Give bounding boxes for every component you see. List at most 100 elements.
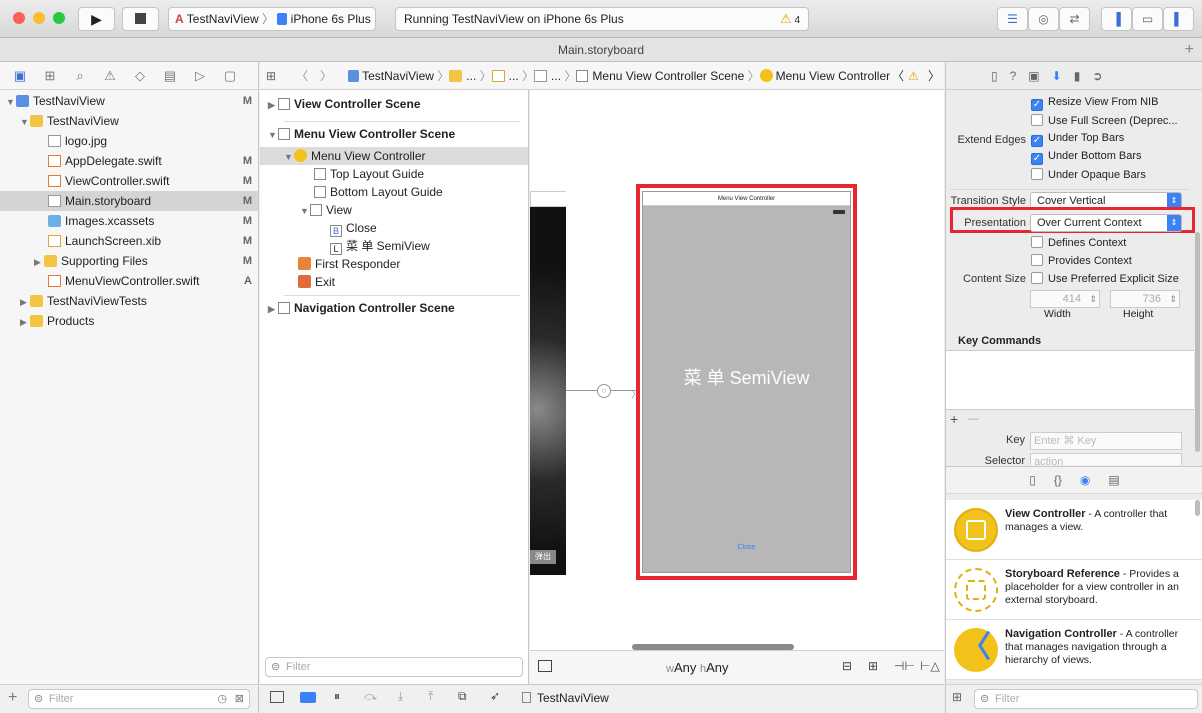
location-icon[interactable]: ➶ bbox=[490, 689, 500, 703]
size-inspector-icon[interactable]: ▮ bbox=[1074, 69, 1081, 83]
disclosure-down-icon[interactable]: ▼ bbox=[20, 112, 30, 132]
scheme-selector[interactable]: A TestNaviView 〉 iPhone 6s Plus bbox=[168, 7, 376, 31]
list-item[interactable]: ViewController.swift M bbox=[0, 171, 258, 191]
debug-target[interactable]: TestNaviView bbox=[522, 691, 609, 705]
step-over-icon[interactable]: ⤼ bbox=[364, 689, 377, 704]
outline-filter-input[interactable]: ⊜ Filter bbox=[265, 657, 523, 677]
presentation-select[interactable]: Over Current Context ⇕ bbox=[1030, 214, 1182, 232]
breadcrumb-doc[interactable]: ... bbox=[551, 69, 561, 83]
outline-label[interactable]: L菜 单 SemiView bbox=[330, 237, 430, 255]
segue-icon[interactable]: ○ bbox=[597, 384, 611, 398]
toggle-navigator-button[interactable]: ▐ bbox=[1101, 7, 1132, 31]
list-item[interactable]: ▶ TestNaviViewTests bbox=[0, 291, 258, 311]
defines-context-checkbox[interactable]: Defines Context bbox=[1031, 236, 1126, 249]
folder-icon[interactable]: ▣ bbox=[10, 68, 30, 84]
stepper-icon[interactable]: ⇕ bbox=[1169, 291, 1177, 307]
preferred-size-checkbox[interactable]: Use Preferred Explicit Size bbox=[1031, 272, 1179, 285]
list-item[interactable]: LaunchScreen.xib M bbox=[0, 231, 258, 251]
align-icon[interactable]: ⊞ bbox=[868, 659, 878, 673]
view-debugger-icon[interactable]: ⧉ bbox=[458, 689, 467, 704]
step-out-icon[interactable]: ⤒ bbox=[428, 689, 433, 704]
resize-nib-checkbox[interactable]: ✓ Resize View From NIB bbox=[1031, 96, 1158, 111]
library-item[interactable]: 〈 Navigation Controller - A controller t… bbox=[946, 620, 1202, 680]
storyboard-canvas[interactable]: 弹出 ○ 〉 Menu View Controller 菜 单 SemiView… bbox=[530, 90, 944, 650]
outline-scene-view-controller[interactable]: ▶ View Controller Scene bbox=[268, 95, 421, 113]
disclosure-down-icon[interactable]: ▼ bbox=[284, 148, 294, 166]
version-editor-button[interactable]: ⇄ bbox=[1059, 7, 1090, 31]
forward-arrow-icon[interactable]: 〉 bbox=[320, 62, 332, 90]
provides-context-checkbox[interactable]: Provides Context bbox=[1031, 254, 1132, 267]
pause-icon[interactable]: ⏸ bbox=[334, 689, 340, 704]
scm-filter-icon[interactable]: ⊠ bbox=[235, 690, 244, 708]
hierarchy-icon[interactable]: ⊞ bbox=[40, 68, 60, 84]
toggle-debug-button[interactable]: ▭ bbox=[1132, 7, 1163, 31]
outline-toggle-icon[interactable] bbox=[538, 660, 552, 672]
outline-bottom-layout-guide[interactable]: Bottom Layout Guide bbox=[314, 183, 443, 201]
library-item[interactable]: Storyboard Reference - Provides a placeh… bbox=[946, 560, 1202, 620]
breadcrumb-project[interactable]: TestNaviView bbox=[362, 69, 434, 83]
standard-editor-button[interactable]: ☰ bbox=[997, 7, 1028, 31]
list-item[interactable]: ▼ TestNaviView bbox=[0, 111, 258, 131]
new-tab-button[interactable]: + bbox=[1185, 38, 1194, 62]
under-opaque-bars-checkbox[interactable]: Under Opaque Bars bbox=[1031, 168, 1146, 181]
size-class-control[interactable]: wAny hAny bbox=[666, 660, 729, 675]
close-window-button[interactable] bbox=[13, 12, 25, 24]
outline-top-layout-guide[interactable]: Top Layout Guide bbox=[314, 165, 424, 183]
outline-scene-menu[interactable]: ▼ Menu View Controller Scene bbox=[268, 125, 455, 143]
disclosure-down-icon[interactable]: ▼ bbox=[6, 92, 16, 112]
breadcrumb-file[interactable]: ... bbox=[509, 69, 519, 83]
hide-debug-icon[interactable] bbox=[270, 691, 284, 703]
clock-icon[interactable]: ◷ bbox=[217, 690, 227, 708]
under-top-bars-checkbox[interactable]: ✓ Under Top Bars bbox=[1031, 132, 1124, 147]
add-key-command-button[interactable]: + bbox=[950, 411, 958, 427]
list-item[interactable]: logo.jpg bbox=[0, 131, 258, 151]
run-button[interactable]: ▶ bbox=[78, 7, 115, 31]
tab-main-storyboard[interactable]: Main.storyboard bbox=[558, 43, 644, 57]
previous-scene-preview[interactable]: 弹出 bbox=[530, 207, 566, 575]
width-field[interactable]: 414 ⇕ bbox=[1030, 290, 1100, 308]
media-library-icon[interactable]: ▤ bbox=[1108, 473, 1119, 487]
disclosure-down-icon[interactable]: ▼ bbox=[268, 126, 278, 144]
full-screen-checkbox[interactable]: Use Full Screen (Deprec... bbox=[1031, 114, 1178, 127]
related-items-icon[interactable]: ⊞ bbox=[266, 62, 276, 90]
outline-view[interactable]: ▼ View bbox=[300, 201, 352, 219]
breadcrumb-scene[interactable]: Menu View Controller Scene bbox=[592, 69, 744, 83]
step-in-icon[interactable]: ⤓ bbox=[398, 689, 403, 704]
prev-issue-icon[interactable]: 〈 bbox=[892, 62, 904, 90]
close-button[interactable]: Close bbox=[643, 544, 850, 551]
grid-view-icon[interactable]: ⊞ bbox=[952, 690, 962, 704]
stack-icon[interactable]: ⊟ bbox=[842, 659, 852, 673]
test-icon[interactable]: ◇ bbox=[130, 68, 150, 84]
navigator-filter-input[interactable]: ⊜ Filter ◷ ⊠ bbox=[28, 689, 250, 709]
breadcrumb-folder[interactable]: ... bbox=[466, 69, 476, 83]
disclosure-right-icon[interactable]: ▶ bbox=[34, 252, 44, 272]
library-scrollbar[interactable] bbox=[1195, 500, 1200, 516]
search-icon[interactable]: ⌕ bbox=[70, 68, 90, 84]
disclosure-right-icon[interactable]: ▶ bbox=[268, 96, 278, 114]
file-template-icon[interactable]: ▯ bbox=[1029, 473, 1036, 487]
list-item[interactable]: AppDelegate.swift M bbox=[0, 151, 258, 171]
outline-menu-view-controller[interactable]: ▼ Menu View Controller bbox=[260, 147, 528, 165]
disclosure-right-icon[interactable]: ▶ bbox=[20, 292, 30, 312]
file-inspector-icon[interactable]: ▯ bbox=[991, 69, 998, 83]
attributes-inspector-icon[interactable]: ⬇ bbox=[1052, 69, 1062, 83]
next-issue-icon[interactable]: 〉 bbox=[928, 62, 940, 90]
list-item[interactable]: ▶ Supporting Files M bbox=[0, 251, 258, 271]
breakpoints-icon[interactable] bbox=[300, 692, 316, 703]
list-item[interactable]: ▼ TestNaviView M bbox=[0, 91, 258, 111]
outline-first-responder[interactable]: First Responder bbox=[298, 255, 400, 273]
menu-view-controller-scene[interactable]: Menu View Controller 菜 单 SemiView Close bbox=[642, 191, 851, 573]
breadcrumb-controller[interactable]: Menu View Controller bbox=[776, 69, 891, 83]
warning-icon[interactable]: ⚠ bbox=[100, 68, 120, 84]
assistant-editor-button[interactable]: ◎ bbox=[1028, 7, 1059, 31]
selector-field[interactable]: action bbox=[1030, 453, 1182, 465]
remove-key-command-button[interactable]: — bbox=[968, 413, 979, 425]
debug-icon[interactable]: ▤ bbox=[160, 68, 180, 84]
key-field[interactable]: Enter ⌘ Key bbox=[1030, 432, 1182, 450]
zoom-window-button[interactable] bbox=[53, 12, 65, 24]
object-library-icon[interactable]: ◉ bbox=[1080, 473, 1090, 487]
key-commands-table[interactable] bbox=[946, 350, 1194, 410]
pin-icon[interactable]: ⊣⊢ bbox=[894, 659, 915, 673]
breakpoint-icon[interactable]: ▷ bbox=[190, 68, 210, 84]
add-icon[interactable]: + bbox=[8, 689, 17, 707]
